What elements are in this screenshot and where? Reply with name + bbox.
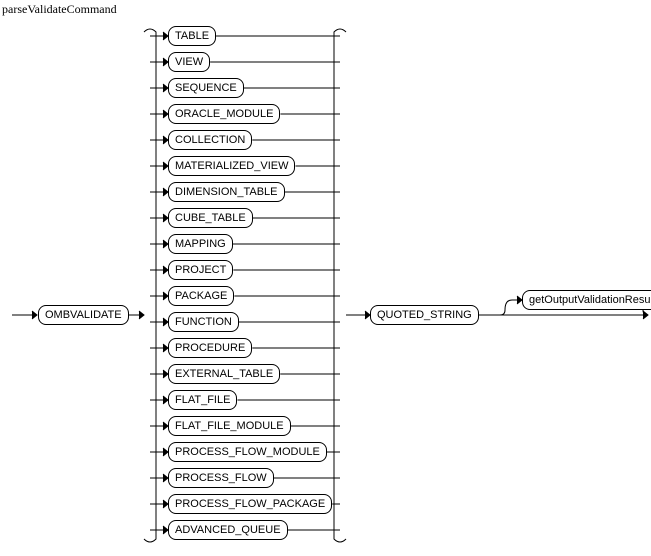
token-process-flow: PROCESS_FLOW: [168, 468, 274, 488]
token-quoted-string: QUOTED_STRING: [370, 305, 479, 325]
token-flat-file-module: FLAT_FILE_MODULE: [168, 416, 291, 436]
railroad-svg: [0, 0, 651, 556]
token-cube-table: CUBE_TABLE: [168, 208, 253, 228]
token-package: PACKAGE: [168, 286, 234, 306]
token-advanced-queue: ADVANCED_QUEUE: [168, 520, 288, 540]
token-get-output-validation-results: getOutputValidationResults: [522, 290, 651, 310]
token-view: VIEW: [168, 52, 210, 72]
token-flat-file: FLAT_FILE: [168, 390, 237, 410]
token-process-flow-module: PROCESS_FLOW_MODULE: [168, 442, 327, 462]
token-project: PROJECT: [168, 260, 233, 280]
token-procedure: PROCEDURE: [168, 338, 252, 358]
token-collection: COLLECTION: [168, 130, 252, 150]
token-external-table: EXTERNAL_TABLE: [168, 364, 280, 384]
token-ombvalidate: OMBVALIDATE: [38, 305, 129, 325]
token-table: TABLE: [168, 26, 216, 46]
token-oracle-module: ORACLE_MODULE: [168, 104, 280, 124]
token-dimension-table: DIMENSION_TABLE: [168, 182, 285, 202]
token-materialized-view: MATERIALIZED_VIEW: [168, 156, 295, 176]
token-sequence: SEQUENCE: [168, 78, 244, 98]
token-process-flow-package: PROCESS_FLOW_PACKAGE: [168, 494, 332, 514]
token-mapping: MAPPING: [168, 234, 233, 254]
token-function: FUNCTION: [168, 312, 239, 332]
